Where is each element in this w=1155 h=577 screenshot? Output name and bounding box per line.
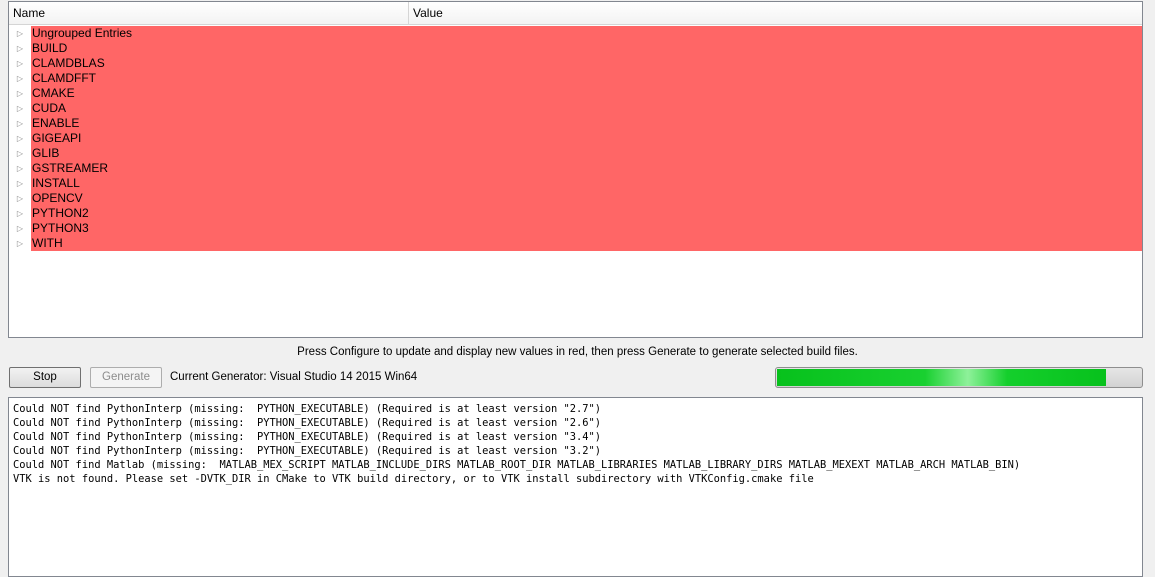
expand-arrow-icon[interactable]: ▷ xyxy=(9,146,31,161)
tree-group-label: WITH xyxy=(31,236,1142,251)
tree-group-row[interactable]: ▷ WITH xyxy=(9,236,1142,251)
expand-arrow-icon[interactable]: ▷ xyxy=(9,101,31,116)
tree-group-row[interactable]: ▷ INSTALL xyxy=(9,176,1142,191)
progress-fill xyxy=(777,369,1107,386)
expand-arrow-icon[interactable]: ▷ xyxy=(9,71,31,86)
tree-group-row[interactable]: ▷ CLAMDFFT xyxy=(9,71,1142,86)
expand-arrow-icon[interactable]: ▷ xyxy=(9,116,31,131)
tree-group-row[interactable]: ▷ GSTREAMER xyxy=(9,161,1142,176)
current-generator-label: Current Generator: Visual Studio 14 2015… xyxy=(170,371,418,383)
tree-group-label: GLIB xyxy=(31,146,1142,161)
progress-bar xyxy=(775,367,1143,388)
tree-group-row[interactable]: ▷ GIGEAPI xyxy=(9,131,1142,146)
expand-arrow-icon[interactable]: ▷ xyxy=(9,206,31,221)
tree-group-row[interactable]: ▷ OPENCV xyxy=(9,191,1142,206)
log-line: Could NOT find Matlab (missing: MATLAB_M… xyxy=(13,459,1021,471)
tree-group-row[interactable]: ▷ ENABLE xyxy=(9,116,1142,131)
generate-button[interactable]: Generate xyxy=(90,367,162,388)
tree-group-label: ENABLE xyxy=(31,116,1142,131)
expand-arrow-icon[interactable]: ▷ xyxy=(9,236,31,251)
log-line: Could NOT find PythonInterp (missing: PY… xyxy=(13,431,602,443)
column-header-value[interactable]: Value xyxy=(409,2,1142,24)
log-line: Could NOT find PythonInterp (missing: PY… xyxy=(13,445,602,457)
tree-header: Name Value xyxy=(9,2,1142,25)
expand-arrow-icon[interactable]: ▷ xyxy=(9,56,31,71)
tree-group-label: PYTHON3 xyxy=(31,221,1142,236)
cache-tree-view[interactable]: Name Value ▷ Ungrouped Entries ▷ BUILD ▷ CLAM… xyxy=(8,1,1143,338)
tree-group-label: PYTHON2 xyxy=(31,206,1142,221)
tree-group-label: CLAMDFFT xyxy=(31,71,1142,86)
tree-group-row[interactable]: ▷ CLAMDBLAS xyxy=(9,56,1142,71)
expand-arrow-icon[interactable]: ▷ xyxy=(9,221,31,236)
tree-group-label: CLAMDBLAS xyxy=(31,56,1142,71)
tree-group-label: GSTREAMER xyxy=(31,161,1142,176)
tree-group-row[interactable]: ▷ CMAKE xyxy=(9,86,1142,101)
tree-group-label: OPENCV xyxy=(31,191,1142,206)
configure-hint: Press Configure to update and display ne… xyxy=(297,346,858,358)
tree-group-row[interactable]: ▷ PYTHON2 xyxy=(9,206,1142,221)
log-line: Could NOT find PythonInterp (missing: PY… xyxy=(13,403,602,415)
tree-group-row[interactable]: ▷ CUDA xyxy=(9,101,1142,116)
tree-group-label: GIGEAPI xyxy=(31,131,1142,146)
log-line: VTK is not found. Please set -DVTK_DIR i… xyxy=(13,473,814,485)
tree-group-row[interactable]: ▷ PYTHON3 xyxy=(9,221,1142,236)
tree-group-label: CMAKE xyxy=(31,86,1142,101)
tree-group-row[interactable]: ▷ GLIB xyxy=(9,146,1142,161)
tree-group-label: Ungrouped Entries xyxy=(31,26,1142,41)
tree-group-row[interactable]: ▷ BUILD xyxy=(9,41,1142,56)
stop-button[interactable]: Stop xyxy=(9,367,81,388)
expand-arrow-icon[interactable]: ▷ xyxy=(9,41,31,56)
expand-arrow-icon[interactable]: ▷ xyxy=(9,191,31,206)
log-line: Could NOT find PythonInterp (missing: PY… xyxy=(13,417,602,429)
expand-arrow-icon[interactable]: ▷ xyxy=(9,26,31,41)
tree-group-row[interactable]: ▷ Ungrouped Entries xyxy=(9,26,1142,41)
tree-group-label: BUILD xyxy=(31,41,1142,56)
expand-arrow-icon[interactable]: ▷ xyxy=(9,86,31,101)
expand-arrow-icon[interactable]: ▷ xyxy=(9,161,31,176)
expand-arrow-icon[interactable]: ▷ xyxy=(9,176,31,191)
expand-arrow-icon[interactable]: ▷ xyxy=(9,131,31,146)
tree-group-label: CUDA xyxy=(31,101,1142,116)
tree-group-label: INSTALL xyxy=(31,176,1142,191)
tree-rows: ▷ Ungrouped Entries ▷ BUILD ▷ CLAMDBLAS ▷ CLAMD… xyxy=(9,25,1142,251)
output-log[interactable]: Could NOT find PythonInterp (missing: PY… xyxy=(8,397,1143,577)
column-header-name[interactable]: Name xyxy=(9,2,409,24)
